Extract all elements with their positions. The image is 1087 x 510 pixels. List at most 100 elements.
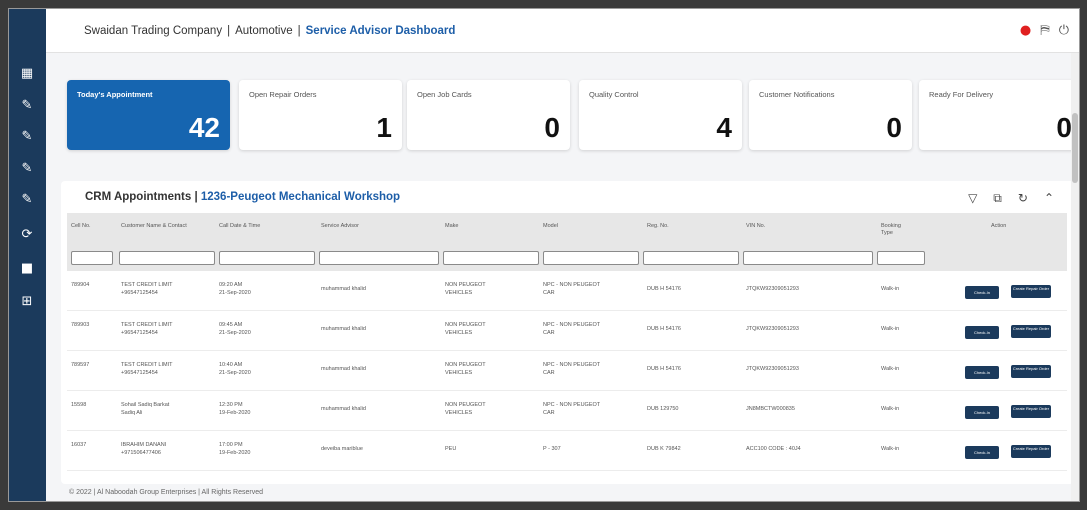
wrench-icon[interactable]: ✎	[19, 98, 35, 114]
panel-tools: ▽ ⧉ ↻ ⌃	[968, 191, 1054, 206]
cell-date: 09:45 AM 21-Sep-2020	[219, 321, 251, 337]
notification-bell-icon[interactable]: ●	[1020, 23, 1031, 38]
cell-model: NPC - NON PEUGEOT CAR	[543, 401, 600, 417]
cell-advisor: muhammad khalid	[321, 406, 366, 412]
filter-input-reg[interactable]	[643, 251, 739, 265]
call-date: 19-Feb-2020	[219, 410, 251, 416]
table-row[interactable]: 789904 TEST CREDIT LIMIT +96547125454 09:…	[67, 271, 1067, 311]
make-line-2: VEHICLES	[445, 330, 473, 336]
model-line-1: NPC - NON PEUGEOT	[543, 282, 601, 288]
table-row[interactable]: 15598 Sohail Sadiq Barkat Sadiq Ali 12:30…	[67, 391, 1067, 431]
panel-title-text: CRM Appointments	[85, 191, 192, 203]
filter-input-cell-no[interactable]	[71, 251, 113, 265]
table-row[interactable]: 789597 TEST CREDIT LIMIT +96547125454 10:…	[67, 351, 1067, 391]
filter-input-booking-type[interactable]	[877, 251, 925, 265]
check-in-button[interactable]: Check-In	[965, 326, 999, 339]
create-repair-order-button[interactable]: Create Repair Order	[1011, 365, 1051, 378]
dashboard-icon[interactable]: ▦	[19, 66, 35, 82]
cell-customer: TEST CREDIT LIMIT +96547125454	[121, 321, 172, 337]
card-quality-control[interactable]: Quality Control 4	[579, 80, 742, 150]
column-header[interactable]: Booking Type	[881, 223, 911, 237]
card-label: Quality Control	[589, 90, 639, 99]
column-header[interactable]: Reg. No.	[647, 223, 669, 230]
column-header[interactable]: Cell No.	[71, 223, 91, 230]
model-line-1: NPC - NON PEUGEOT	[543, 322, 601, 328]
crm-appointments-panel: CRM Appointments | 1236-Peugeot Mechanic…	[61, 181, 1074, 484]
card-todays-appointment[interactable]: Today's Appointment 42	[67, 80, 230, 150]
filter-icon[interactable]: ▽	[968, 191, 977, 206]
grid-icon[interactable]: ⊞	[19, 294, 35, 310]
column-header[interactable]: VIN No.	[746, 223, 765, 230]
make-line-1: NON PEUGEOT	[445, 402, 486, 408]
table-row[interactable]: 789903 TEST CREDIT LIMIT +96547125454 09:…	[67, 311, 1067, 351]
filter-input-customer[interactable]	[119, 251, 215, 265]
cell-model: NPC - NON PEUGEOT CAR	[543, 281, 600, 297]
card-open-job-cards[interactable]: Open Job Cards 0	[407, 80, 570, 150]
create-repair-order-button[interactable]: Create Repair Order	[1011, 445, 1051, 458]
cell-id: 16037	[71, 442, 87, 448]
cell-model: NPC - NON PEUGEOT CAR	[543, 321, 600, 337]
wrench-icon[interactable]: ✎	[19, 192, 35, 208]
model-line-1: NPC - NON PEUGEOT	[543, 402, 601, 408]
customer-phone: +971506477406	[121, 450, 161, 456]
refresh-icon[interactable]: ↻	[1018, 191, 1028, 206]
power-icon[interactable]: ⏻	[1059, 23, 1069, 38]
refresh-icon[interactable]: ⟳	[19, 227, 35, 243]
call-time: 09:20 AM	[219, 282, 243, 288]
call-date: 21-Sep-2020	[219, 290, 251, 296]
customer-name: IBRAHIM DANANI	[121, 442, 167, 448]
language-icon[interactable]: ⛿	[1040, 23, 1049, 38]
customer-name: TEST CREDIT LIMIT	[121, 282, 173, 288]
card-customer-notifications[interactable]: Customer Notifications 0	[749, 80, 912, 150]
check-in-button[interactable]: Check-In	[965, 286, 999, 299]
cell-booking-type: Walk-in	[881, 286, 900, 292]
make-line-2: VEHICLES	[445, 370, 473, 376]
check-in-button[interactable]: Check-In	[965, 366, 999, 379]
check-in-button[interactable]: Check-In	[965, 446, 999, 459]
call-time: 10:40 AM	[219, 362, 243, 368]
cell-advisor: muhammad khalid	[321, 326, 366, 332]
column-header[interactable]: Make	[445, 223, 458, 230]
filter-input-vin[interactable]	[743, 251, 873, 265]
cell-reg: DUB K 79842	[647, 446, 681, 452]
card-ready-for-delivery[interactable]: Ready For Delivery 0	[919, 80, 1079, 150]
column-header[interactable]: Model	[543, 223, 558, 230]
collapse-icon[interactable]: ⌃	[1044, 191, 1054, 206]
cell-id: 789903	[71, 322, 90, 328]
filter-input-date[interactable]	[219, 251, 315, 265]
create-repair-order-button[interactable]: Create Repair Order	[1011, 285, 1051, 298]
wrench-icon[interactable]: ✎	[19, 129, 35, 145]
cell-date: 17:00 PM 19-Feb-2020	[219, 441, 251, 457]
create-repair-order-button[interactable]: Create Repair Order	[1011, 405, 1051, 418]
filter-input-model[interactable]	[543, 251, 639, 265]
model-line-2: CAR	[543, 290, 555, 296]
check-in-button[interactable]: Check-In	[965, 406, 999, 419]
cell-booking-type: Walk-in	[881, 406, 900, 412]
filter-input-make[interactable]	[443, 251, 539, 265]
export-icon[interactable]: ⧉	[993, 191, 1002, 206]
create-repair-order-button[interactable]: Create Repair Order	[1011, 325, 1051, 338]
wrench-icon[interactable]: ✎	[19, 161, 35, 177]
call-time: 09:45 AM	[219, 322, 243, 328]
cell-booking-type: Walk-in	[881, 366, 900, 372]
page-scrollbar[interactable]	[1071, 53, 1079, 501]
column-header[interactable]: Customer Name & Contact	[121, 223, 201, 230]
customer-name: TEST CREDIT LIMIT	[121, 362, 173, 368]
scrollbar-thumb[interactable]	[1072, 113, 1078, 183]
folder-icon[interactable]: ■	[19, 261, 35, 277]
filter-input-advisor[interactable]	[319, 251, 439, 265]
table-row[interactable]: 16037 IBRAHIM DANANI +971506477406 17:00 …	[67, 431, 1067, 471]
column-header[interactable]: Service Advisor	[321, 223, 359, 230]
call-date: 21-Sep-2020	[219, 330, 251, 336]
call-date: 19-Feb-2020	[219, 450, 251, 456]
customer-name: TEST CREDIT LIMIT	[121, 322, 173, 328]
card-open-repair-orders[interactable]: Open Repair Orders 1	[239, 80, 402, 150]
cell-booking-type: Walk-in	[881, 446, 900, 452]
make-line-1: NON PEUGEOT	[445, 322, 486, 328]
column-header[interactable]: Call Date & Time	[219, 223, 269, 230]
app-window: ▦ ✎ ✎ ✎ ✎ ⟳ ■ ⊞ Swaidan Trading Company |…	[8, 8, 1080, 502]
cell-id: 789597	[71, 362, 90, 368]
workshop-name: 1236-Peugeot Mechanical Workshop	[200, 191, 401, 203]
cell-model: P - 307	[543, 446, 561, 452]
breadcrumb: Swaidan Trading Company | Automotive | Servi…	[84, 25, 456, 37]
